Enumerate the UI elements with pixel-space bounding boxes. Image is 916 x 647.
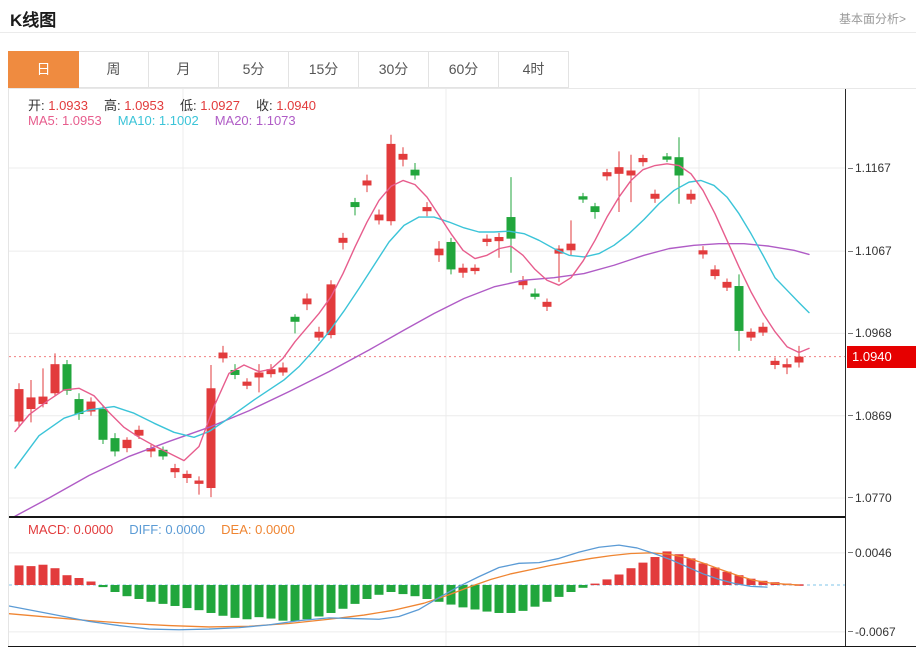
current-price-tag: 1.0940 (847, 346, 916, 368)
period-tab-15分[interactable]: 15分 (289, 51, 359, 88)
period-tab-60分[interactable]: 60分 (429, 51, 499, 88)
period-tab-30分[interactable]: 30分 (359, 51, 429, 88)
period-tab-5分[interactable]: 5分 (219, 51, 289, 88)
macd-tick-0.0046: 0.0046 (848, 545, 892, 561)
period-tab-月[interactable]: 月 (149, 51, 219, 88)
header-divider (0, 32, 916, 33)
period-tab-4时[interactable]: 4时 (499, 51, 569, 88)
chart-plot-area[interactable]: 开: 1.0933高: 1.0953低: 1.0927收: 1.0940 MA5… (8, 89, 846, 646)
price-axis: 1.1167 1.1067 1.0968 1.0869 1.0770 0.0046 -0.0… (845, 89, 916, 646)
page-title: K线图 (10, 6, 56, 31)
price-tick-1.1067: 1.1067 (848, 243, 892, 259)
page-header: K线图 基本面分析> (0, 0, 916, 32)
period-tabs: 日周月5分15分30分60分4时 (8, 51, 916, 88)
price-tick-1.0770: 1.0770 (848, 490, 892, 506)
candlestick-chart[interactable] (9, 89, 846, 516)
chart-region: 开: 1.0933高: 1.0953低: 1.0927收: 1.0940 MA5… (8, 88, 916, 647)
price-tick-1.0968: 1.0968 (848, 325, 892, 341)
fundamental-analysis-link[interactable]: 基本面分析> (839, 10, 906, 27)
period-tab-周[interactable]: 周 (79, 51, 149, 88)
period-tab-日[interactable]: 日 (8, 51, 79, 88)
price-tick-1.0869: 1.0869 (848, 408, 892, 424)
macd-tick--0.0067: -0.0067 (848, 624, 896, 640)
price-tick-1.1167: 1.1167 (848, 160, 891, 176)
macd-chart[interactable] (9, 518, 846, 646)
